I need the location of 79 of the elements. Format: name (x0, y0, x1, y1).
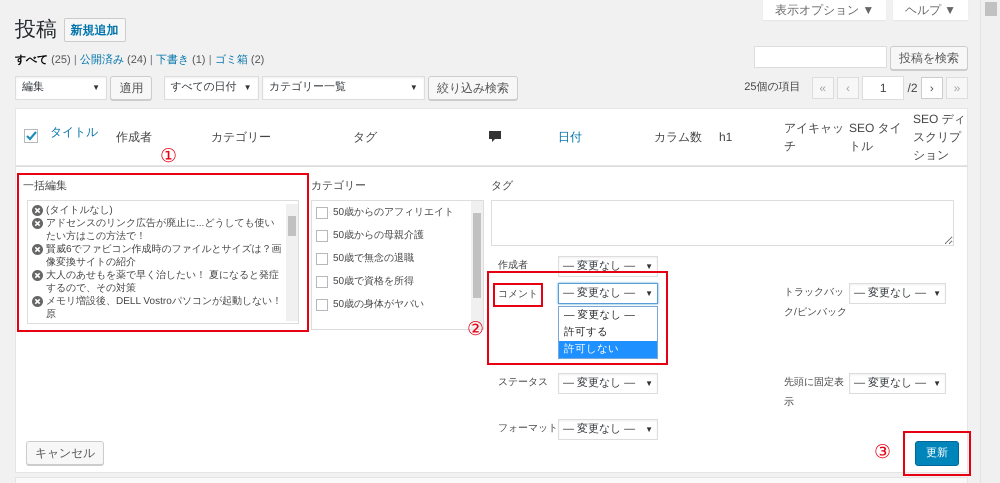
field-label: トラックバック/ピンバック (784, 286, 848, 320)
remove-icon[interactable] (32, 218, 43, 229)
column-header: タグ (353, 128, 377, 146)
comment-icon (489, 131, 501, 144)
remove-icon[interactable] (32, 296, 43, 307)
section-label: カテゴリー (311, 178, 367, 194)
screen-options-button[interactable]: 表示オプション ▼ (763, 0, 886, 20)
select-field[interactable]: — 変更なし — ▼ (849, 283, 946, 304)
status-filter-link[interactable]: 下書き (1) (156, 52, 206, 68)
status-filter-link[interactable]: すべて (25) (15, 52, 71, 68)
category-label: 50歳からの母親介護 (333, 228, 424, 243)
annotation-frame (903, 431, 971, 476)
dropdown-option[interactable]: — 変更なし — (559, 307, 657, 324)
post-title: 賢威6でファビコン作成時のファイルとサイズは？画像変換サイトの紹介 (46, 243, 282, 269)
separator: | (208, 53, 212, 68)
post-title: アドセンスのリンク広告が廃止に...どうしても使いたい方はこの方法で！ (46, 217, 276, 243)
filter-button[interactable]: 絞り込み検索 (428, 76, 518, 100)
select-field[interactable]: — 変更なし — ▼ (558, 256, 658, 277)
list-scrollbar[interactable] (286, 204, 298, 321)
column-header: SEO タイトル (849, 120, 903, 154)
field-label: 先頭に固定表示 (784, 376, 845, 410)
post-title: メモリ増設後、DELL Vostroパソコンが起動しない！原 (46, 295, 282, 321)
total-pages: /2 (907, 80, 918, 96)
field-label: 作成者 (498, 258, 529, 273)
annotation-number: ② (467, 320, 484, 340)
cancel-button[interactable]: キャンセル (26, 441, 104, 466)
field-label: ステータス (498, 376, 549, 390)
status-filter-link[interactable]: ゴミ箱 (2) (214, 52, 264, 68)
separator: | (74, 53, 77, 68)
category-label: 50歳で無念の退職 (333, 252, 414, 266)
field-label: フォーマット (498, 422, 558, 436)
help-button[interactable]: ヘルプ ▼ (892, 0, 968, 20)
status-filter-link[interactable]: 公開済み (24) (80, 52, 147, 68)
next-page-button[interactable]: › (920, 76, 943, 98)
search-posts-button[interactable]: 投稿を検索 (890, 46, 968, 70)
annotation-number: ① (160, 147, 178, 167)
category-checkbox[interactable] (316, 206, 328, 218)
page-scrollbar[interactable] (980, 0, 1000, 483)
category-checkbox[interactable] (316, 230, 328, 242)
page-title: 投稿 (15, 17, 57, 43)
column-header: カラム数 (654, 128, 702, 146)
category-label: 50歳からのアフィリエイト (333, 206, 454, 220)
add-new-button[interactable]: 新規追加 (64, 18, 126, 42)
category-checkbox[interactable] (316, 276, 328, 288)
remove-icon[interactable] (32, 270, 43, 281)
column-header: SEO ディスクリプション (913, 110, 967, 164)
category-label: 50歳で資格を所得 (333, 274, 414, 289)
category-checkbox[interactable] (316, 252, 328, 264)
select-all-checkbox[interactable] (24, 128, 38, 142)
update-button[interactable]: 更新 (915, 441, 959, 466)
column-header: アイキャッチ (784, 120, 845, 154)
select-field[interactable]: — 変更なし — ▼ (849, 373, 946, 394)
column-sort-link[interactable]: 日付 (558, 128, 582, 146)
page-number-field[interactable]: 1 (862, 76, 904, 100)
date-filter-select[interactable]: すべての日付 ▼ (164, 76, 258, 100)
field-label: コメント (493, 283, 543, 307)
search-field[interactable] (754, 46, 887, 68)
section-label: 一括編集 (22, 178, 68, 194)
category-checkbox[interactable] (316, 298, 328, 310)
items-count: 25個の項目 (744, 80, 800, 96)
section-label: タグ (491, 178, 514, 194)
column-sort-link[interactable]: タイトル (50, 122, 98, 140)
post-title: (タイトルなし) (46, 204, 113, 217)
remove-icon[interactable] (32, 244, 43, 255)
dropdown-option[interactable]: 許可する (559, 324, 657, 341)
remove-icon[interactable] (32, 205, 43, 216)
column-header: h1 (719, 128, 732, 146)
category-filter-select[interactable]: カテゴリー一覧 ▼ (262, 76, 425, 100)
select-field[interactable]: — 変更なし — ▼ (558, 419, 658, 440)
select-field[interactable]: — 変更なし — ▼ (558, 373, 658, 394)
category-label: 50歳の身体がヤバい (333, 298, 424, 312)
column-header: カテゴリー (211, 128, 271, 146)
separator: | (150, 53, 153, 68)
tags-textarea[interactable] (491, 200, 954, 246)
post-title: 大人のあせもを薬で早く治したい！ 夏になると発症するので、その対策 (46, 269, 280, 295)
bulk-action-select[interactable]: 編集 ▼ (15, 76, 107, 100)
apply-button[interactable]: 適用 (110, 76, 152, 100)
annotation-number: ③ (874, 443, 892, 463)
column-header: 作成者 (116, 128, 152, 146)
